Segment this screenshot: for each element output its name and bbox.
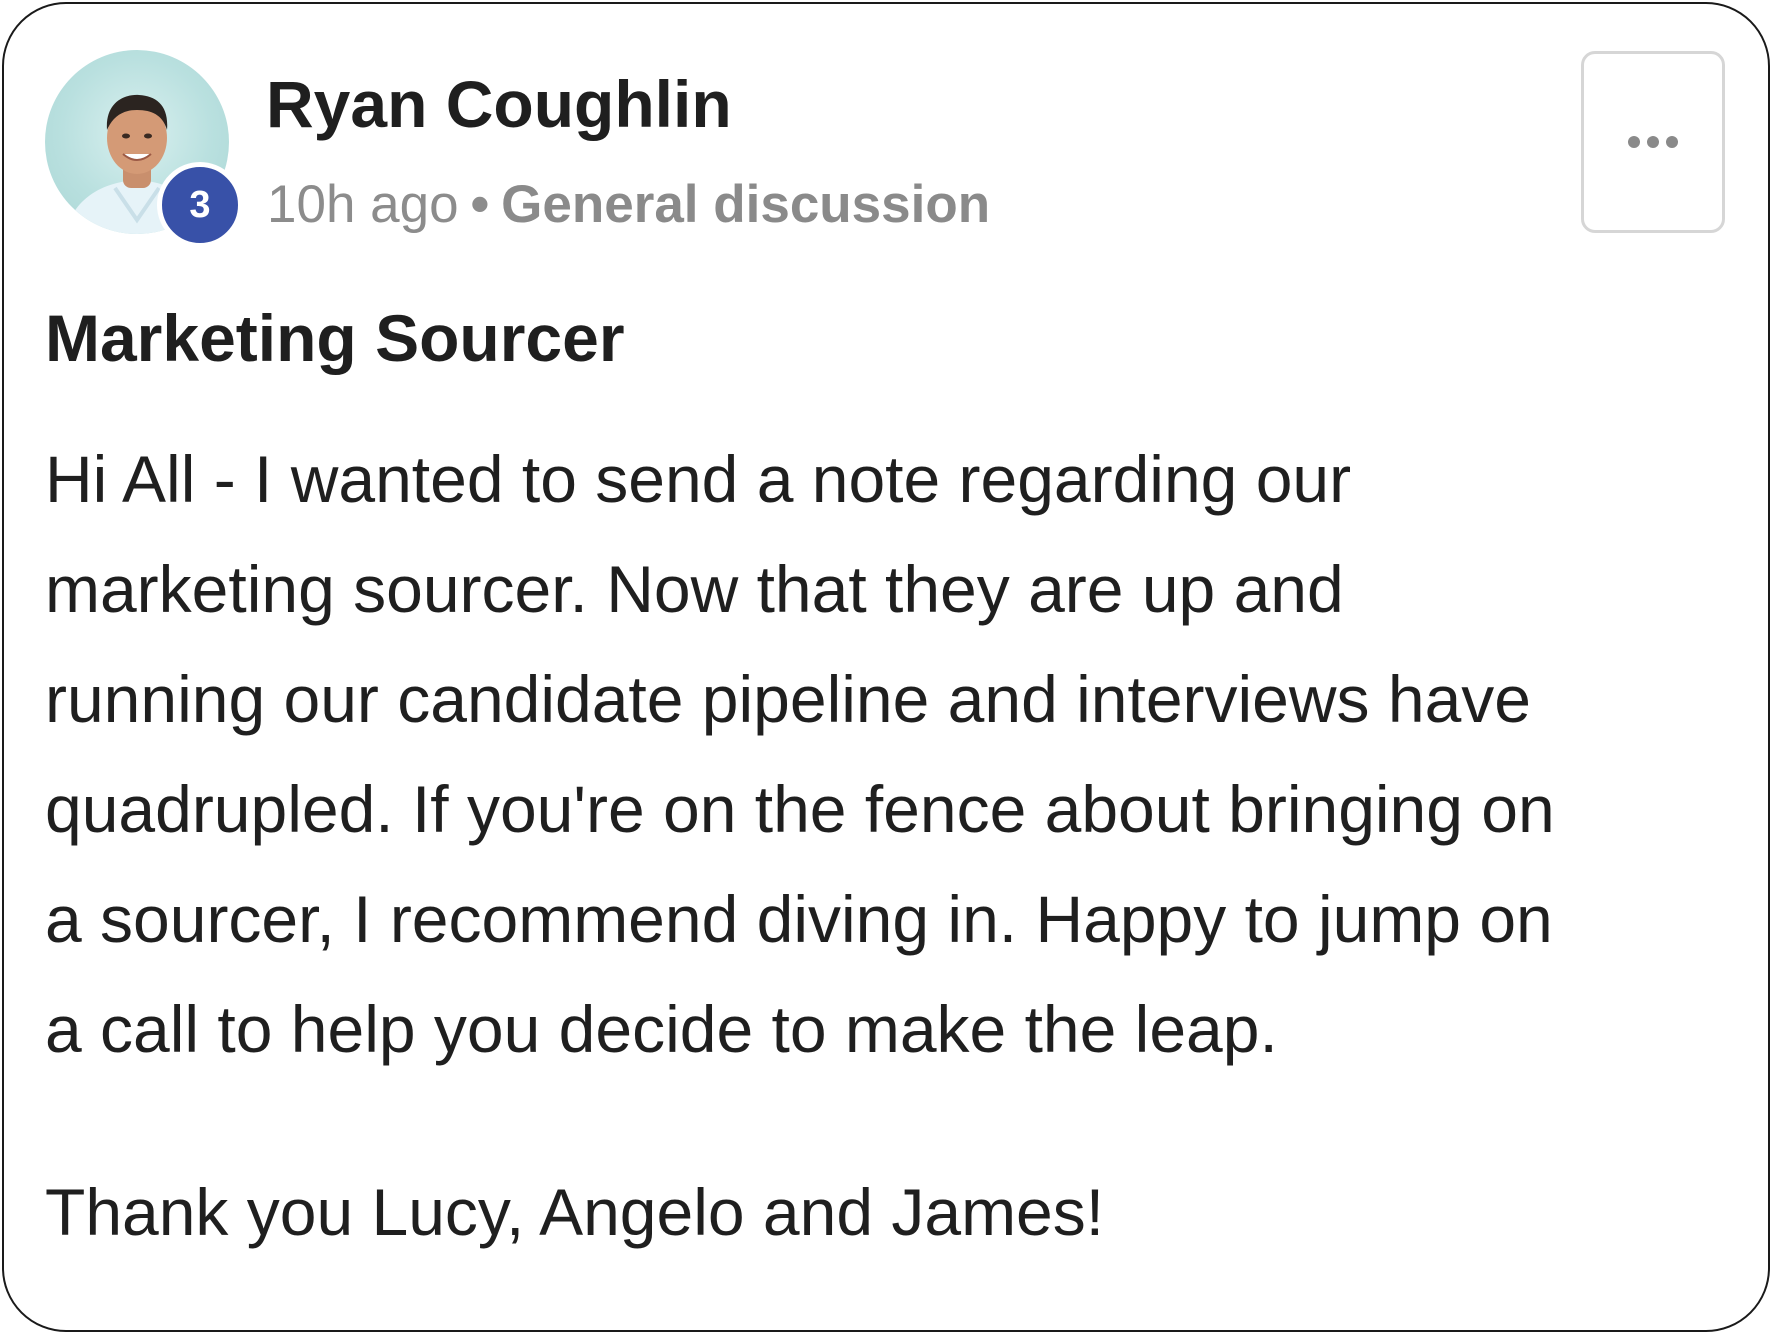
post-card: 3 Ryan Coughlin 10h ago • General discussi… xyxy=(2,2,1770,1332)
category-link[interactable]: General discussion xyxy=(501,175,990,234)
post-body-line: a call to help you decide to make the le… xyxy=(45,992,1278,1066)
more-horizontal-icon xyxy=(1628,136,1678,148)
meta-separator: • xyxy=(470,175,490,234)
post-body-line: running our candidate pipeline and inter… xyxy=(45,662,1531,736)
post-body-line: quadrupled. If you're on the fence about… xyxy=(45,772,1555,846)
author-avatar-group[interactable]: 3 xyxy=(45,50,243,248)
post-title: Marketing Sourcer xyxy=(45,301,625,375)
more-options-button[interactable] xyxy=(1581,51,1725,233)
level-badge: 3 xyxy=(157,162,243,248)
post-meta: 10h ago • General discussion xyxy=(267,174,990,235)
post-timestamp: 10h ago xyxy=(267,175,459,234)
post-body-line: Hi All - I wanted to send a note regardi… xyxy=(45,442,1352,516)
post-body-line: marketing sourcer. Now that they are up … xyxy=(45,552,1344,626)
post-body-line: a sourcer, I recommend diving in. Happy … xyxy=(45,882,1553,956)
post-body: Hi All - I wanted to send a note regardi… xyxy=(45,424,1735,1084)
post-closing: Thank you Lucy, Angelo and James! xyxy=(45,1175,1105,1249)
author-name[interactable]: Ryan Coughlin xyxy=(266,66,732,142)
